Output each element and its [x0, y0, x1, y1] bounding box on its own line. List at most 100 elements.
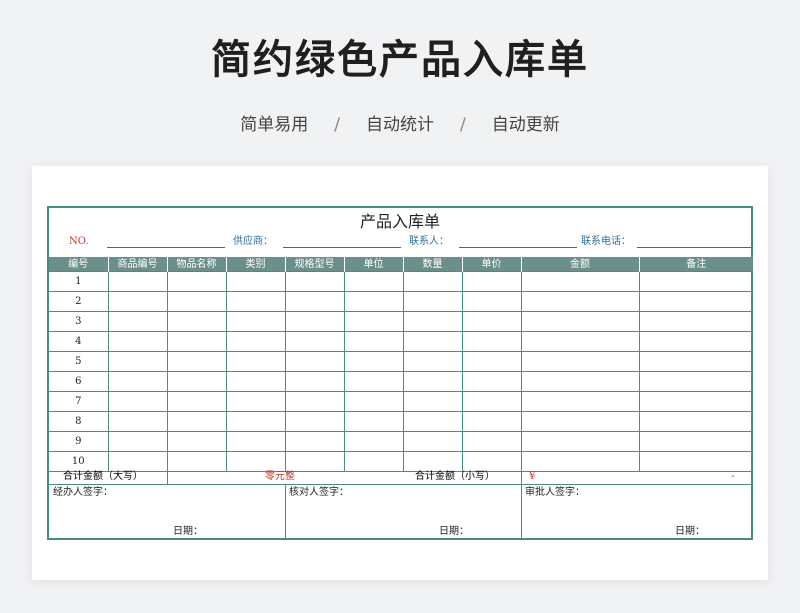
table-cell[interactable]	[638, 431, 753, 452]
table-cell[interactable]	[402, 411, 463, 432]
table-cell[interactable]	[107, 291, 168, 312]
table-row: 3	[49, 311, 753, 332]
table-cell[interactable]	[107, 351, 168, 372]
table-cell[interactable]	[225, 351, 286, 372]
table-cell[interactable]	[107, 431, 168, 452]
table-cell[interactable]	[402, 391, 463, 412]
table-cell[interactable]	[343, 391, 404, 412]
phone-field[interactable]	[637, 247, 753, 248]
contact-field[interactable]	[459, 247, 577, 248]
table-cell[interactable]	[284, 351, 345, 372]
table-cell[interactable]	[166, 271, 227, 292]
table-cell[interactable]	[225, 371, 286, 392]
table-cell[interactable]	[284, 291, 345, 312]
tag-easy: 简单易用	[240, 115, 309, 135]
table-cell[interactable]	[520, 291, 640, 312]
table-cell[interactable]	[638, 331, 753, 352]
table-cell[interactable]	[166, 291, 227, 312]
table-cell[interactable]	[638, 311, 753, 332]
table-cell[interactable]	[402, 371, 463, 392]
table-cell[interactable]	[284, 451, 345, 472]
table-cell[interactable]	[166, 451, 227, 472]
table-cell[interactable]	[284, 371, 345, 392]
table-cell[interactable]	[461, 291, 522, 312]
table-cell[interactable]	[225, 391, 286, 412]
table-cell[interactable]	[520, 311, 640, 332]
no-field[interactable]	[107, 247, 225, 248]
table-cell[interactable]	[225, 271, 286, 292]
table-cell[interactable]	[225, 331, 286, 352]
table-cell[interactable]	[638, 291, 753, 312]
table-cell[interactable]	[225, 451, 286, 472]
table-cell[interactable]	[107, 331, 168, 352]
table-cell[interactable]	[107, 391, 168, 412]
table-cell[interactable]	[520, 371, 640, 392]
table-cell[interactable]	[284, 391, 345, 412]
table-cell[interactable]	[520, 451, 640, 472]
table-cell[interactable]	[343, 311, 404, 332]
supplier-field[interactable]	[283, 247, 401, 248]
table-cell[interactable]	[166, 411, 227, 432]
table-cell[interactable]	[166, 431, 227, 452]
table-cell[interactable]	[225, 411, 286, 432]
table-cell[interactable]	[461, 371, 522, 392]
table-cell[interactable]	[520, 271, 640, 292]
table-cell[interactable]	[461, 391, 522, 412]
tag-auto-update: 自动更新	[491, 115, 560, 135]
table-cell[interactable]	[343, 291, 404, 312]
table-cell[interactable]	[343, 451, 404, 472]
table-cell[interactable]	[343, 411, 404, 432]
table-cell[interactable]	[166, 371, 227, 392]
table-cell[interactable]	[402, 451, 463, 472]
table-cell[interactable]	[284, 331, 345, 352]
table-cell[interactable]	[284, 271, 345, 292]
table-cell[interactable]	[461, 311, 522, 332]
table-cell[interactable]	[107, 371, 168, 392]
table-cell[interactable]	[461, 451, 522, 472]
table-cell[interactable]	[520, 411, 640, 432]
table-cell[interactable]	[402, 291, 463, 312]
table-cell[interactable]	[461, 331, 522, 352]
table-cell[interactable]	[638, 351, 753, 372]
total-upper-label: 合计金额（大写）	[63, 471, 143, 482]
table-cell[interactable]	[284, 431, 345, 452]
table-cell[interactable]	[343, 351, 404, 372]
table-cell[interactable]	[402, 331, 463, 352]
table-cell[interactable]	[107, 451, 168, 472]
table-cell[interactable]	[638, 371, 753, 392]
table-cell[interactable]	[225, 431, 286, 452]
table-cell[interactable]	[638, 391, 753, 412]
table-cell[interactable]	[107, 411, 168, 432]
table-cell[interactable]	[343, 431, 404, 452]
table-cell[interactable]	[520, 431, 640, 452]
table-cell[interactable]	[461, 411, 522, 432]
table-cell[interactable]	[520, 391, 640, 412]
table-cell[interactable]	[284, 311, 345, 332]
approver-date-label: 日期：	[675, 526, 705, 537]
table-cell[interactable]	[461, 351, 522, 372]
table-cell[interactable]	[284, 411, 345, 432]
table-cell[interactable]	[520, 351, 640, 372]
table-cell[interactable]	[225, 311, 286, 332]
table-cell[interactable]	[343, 371, 404, 392]
table-cell[interactable]	[107, 311, 168, 332]
table-cell[interactable]	[225, 291, 286, 312]
table-cell[interactable]	[166, 391, 227, 412]
table-cell[interactable]	[638, 271, 753, 292]
table-cell[interactable]	[520, 331, 640, 352]
table-cell[interactable]	[638, 451, 753, 472]
table-cell[interactable]	[166, 351, 227, 372]
table-cell[interactable]	[343, 271, 404, 292]
table-cell[interactable]	[343, 331, 404, 352]
table-cell[interactable]	[402, 271, 463, 292]
table-cell[interactable]	[402, 431, 463, 452]
table-cell[interactable]	[166, 331, 227, 352]
table-cell[interactable]	[107, 271, 168, 292]
table-cell[interactable]	[402, 351, 463, 372]
table-cell[interactable]	[638, 411, 753, 432]
supplier-label: 供应商：	[233, 236, 273, 247]
table-cell[interactable]	[461, 271, 522, 292]
table-cell[interactable]	[402, 311, 463, 332]
table-cell[interactable]	[166, 311, 227, 332]
table-cell[interactable]	[461, 431, 522, 452]
